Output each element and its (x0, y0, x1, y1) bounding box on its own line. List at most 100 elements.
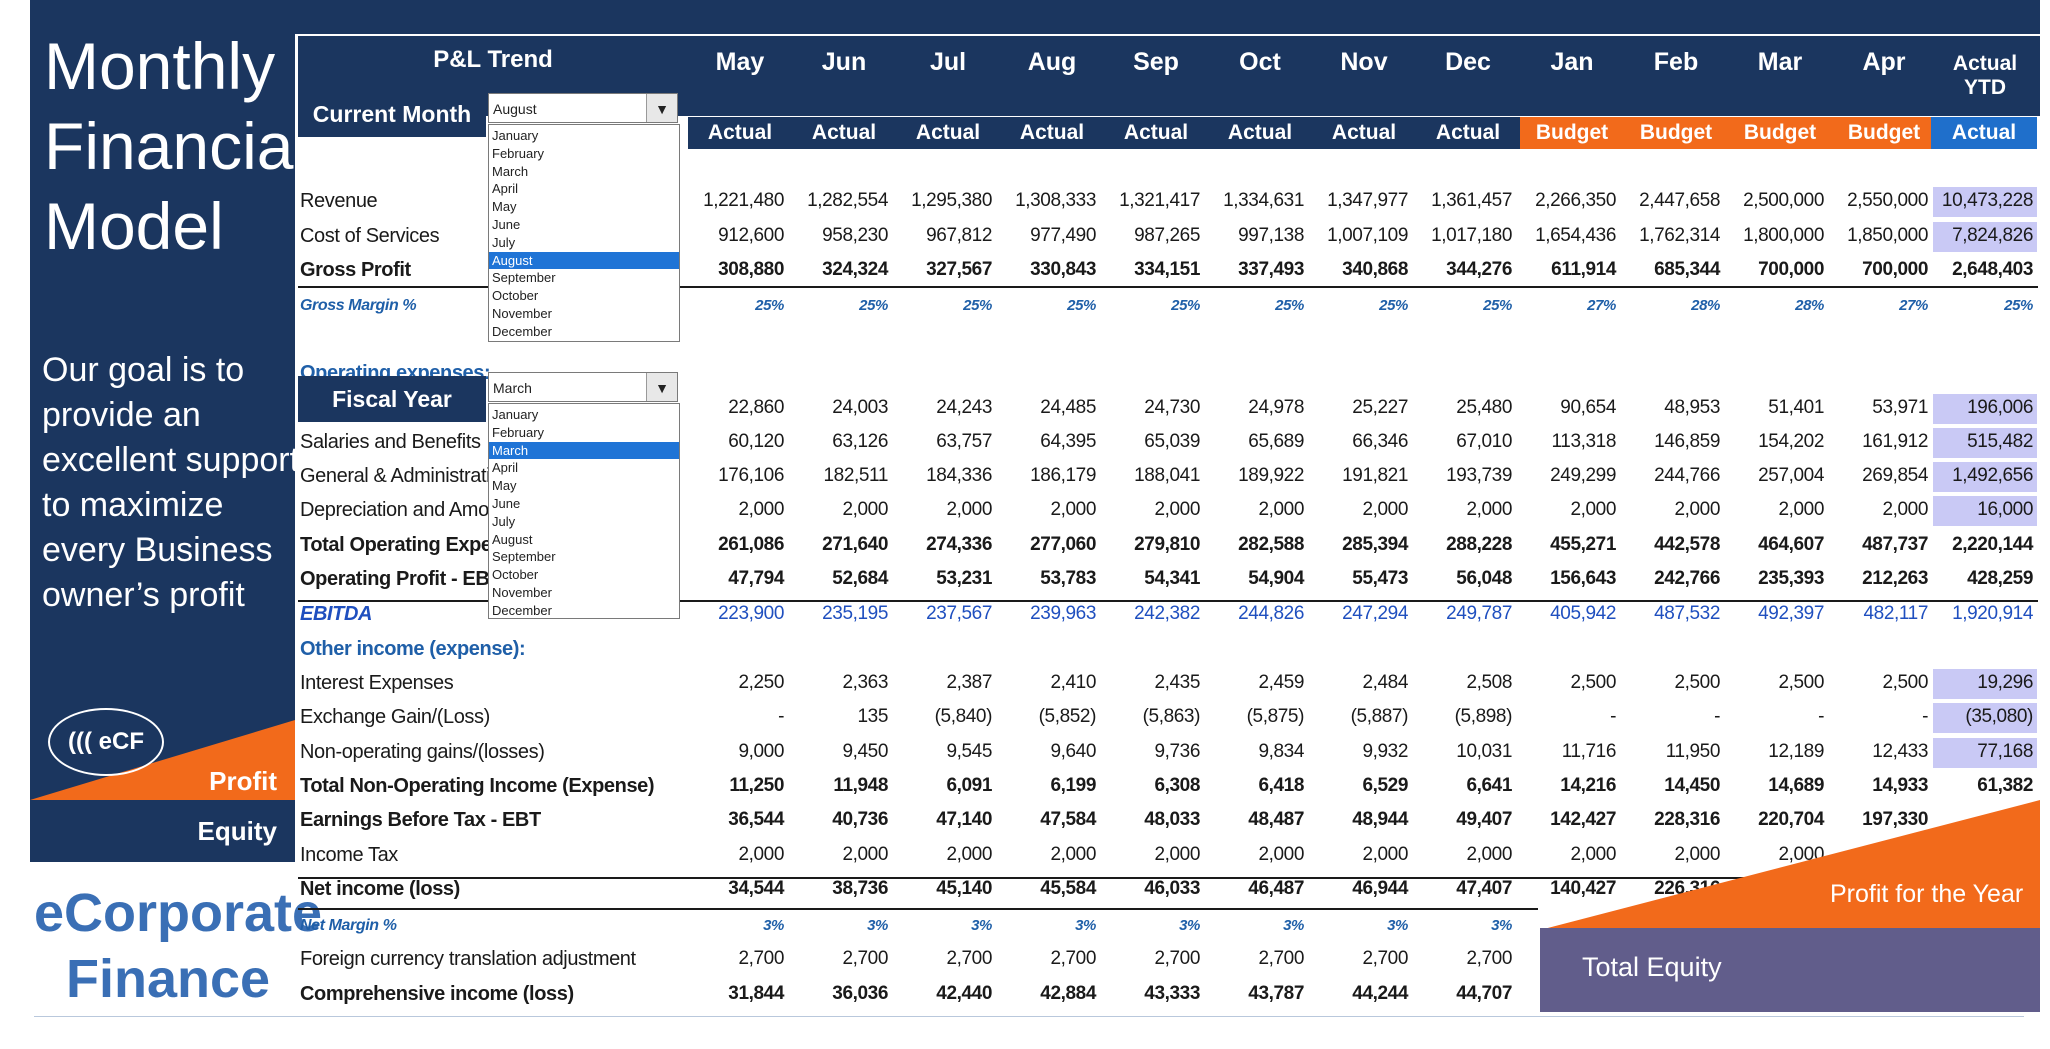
table-cell: 25% (2004, 297, 2033, 314)
table-cell: 334,151 (1134, 259, 1200, 280)
dropdown-option[interactable]: October (489, 566, 679, 584)
table-cell: 2,447,658 (1639, 190, 1720, 211)
table-cell: 487,532 (1654, 603, 1720, 624)
table-cell: 47,140 (936, 809, 992, 830)
table-cell: 10,031 (1456, 741, 1512, 762)
table-cell: 269,854 (1862, 465, 1928, 486)
dropdown-option[interactable]: April (489, 459, 679, 477)
table-cell: 24,978 (1248, 397, 1304, 418)
row-divider (298, 908, 1538, 910)
dropdown-option[interactable]: December (489, 602, 679, 620)
table-cell: 3% (971, 917, 992, 934)
table-cell: 2,000 (1050, 844, 1096, 865)
table-cell: 482,117 (1863, 603, 1929, 624)
dropdown-option[interactable]: July (489, 513, 679, 531)
dropdown-option[interactable]: November (489, 305, 679, 323)
table-cell: 54,341 (1144, 568, 1200, 589)
current-month-options[interactable]: January February March April May June July Augu… (488, 124, 680, 342)
table-cell: 11,948 (833, 775, 888, 796)
table-cell: 48,953 (1664, 397, 1720, 418)
row-label: Operating Profit - EBIT (300, 568, 507, 590)
dropdown-option[interactable]: May (489, 198, 679, 216)
dropdown-option[interactable]: June (489, 216, 679, 234)
table-cell: 2,648,403 (1952, 259, 2033, 280)
table-cell: 2,000 (1674, 844, 1720, 865)
table-cell: 48,033 (1144, 809, 1200, 830)
table-cell: 700,000 (1862, 259, 1928, 280)
dropdown-option[interactable]: March (489, 441, 679, 460)
table-cell: 186,179 (1030, 465, 1096, 486)
dropdown-option[interactable]: August (489, 251, 679, 270)
table-cell: 308,880 (718, 259, 784, 280)
pl-trend-title: P&L Trend (433, 46, 553, 73)
dropdown-option[interactable]: May (489, 477, 679, 495)
month-header: Oct (1239, 48, 1281, 76)
dropdown-option[interactable]: September (489, 548, 679, 566)
table-cell: 2,435 (1154, 672, 1200, 693)
table-cell: 2,000 (738, 499, 784, 520)
table-cell: 244,826 (1238, 603, 1304, 624)
table-cell: 2,363 (842, 672, 888, 693)
row-label: Other income (expense): (300, 638, 526, 660)
dropdown-option[interactable]: October (489, 287, 679, 305)
table-cell: 135 (857, 706, 888, 727)
table-cell: 189,922 (1238, 465, 1304, 486)
dropdown-option[interactable]: June (489, 495, 679, 513)
dropdown-option[interactable]: January (489, 406, 679, 424)
status-cell: Actual (792, 117, 896, 149)
table-cell: 428,259 (1967, 568, 2033, 589)
dropdown-option[interactable]: February (489, 424, 679, 442)
row-label: Gross Profit (300, 259, 411, 281)
row-label: Foreign currency translation adjustment (300, 948, 636, 970)
dropdown-option[interactable]: September (489, 269, 679, 287)
table-cell: 191,821 (1342, 465, 1408, 486)
table-cell: 14,933 (1872, 775, 1928, 796)
dropdown-option[interactable]: April (489, 180, 679, 198)
table-cell: 277,060 (1030, 534, 1096, 555)
table-cell: 27% (1899, 297, 1928, 314)
table-cell: 43,787 (1248, 983, 1304, 1004)
table-cell: 274,336 (926, 534, 992, 555)
chevron-down-icon[interactable]: ▼ (646, 94, 677, 122)
dropdown-option[interactable]: January (489, 127, 679, 145)
table-cell: 65,039 (1144, 431, 1200, 452)
table-cell: 90,654 (1560, 397, 1616, 418)
row-label: EBITDA (300, 603, 373, 625)
table-cell: 49,407 (1456, 809, 1512, 830)
table-cell: 25,227 (1352, 397, 1408, 418)
chevron-down-icon[interactable]: ▼ (646, 373, 677, 401)
fiscal-year-select[interactable]: March ▼ (488, 372, 678, 402)
table-cell: - (1610, 706, 1616, 727)
table-cell: (35,080) (1965, 706, 2033, 727)
table-cell: 2,508 (1466, 672, 1512, 693)
fiscal-year-options[interactable]: January February March April May June July Augu… (488, 403, 680, 619)
brand-logo: eCorporate Finance (34, 880, 322, 1012)
table-cell: 38,736 (832, 878, 888, 899)
table-cell: 340,868 (1342, 259, 1408, 280)
table-cell: 45,584 (1040, 878, 1096, 899)
dropdown-option[interactable]: July (489, 234, 679, 252)
dropdown-option[interactable]: March (489, 163, 679, 181)
row-label: Comprehensive income (loss) (300, 983, 574, 1005)
table-cell: 2,000 (1154, 499, 1200, 520)
table-cell: 43,333 (1144, 983, 1200, 1004)
table-cell: 28% (1795, 297, 1824, 314)
table-cell: 44,244 (1352, 983, 1408, 1004)
table-cell: 66,346 (1352, 431, 1408, 452)
table-cell: 46,944 (1352, 878, 1408, 899)
status-cell: Actual (1104, 117, 1208, 149)
table-cell: 1,017,180 (1431, 225, 1512, 246)
table-cell: 47,407 (1456, 878, 1512, 899)
table-cell: 9,640 (1050, 741, 1096, 762)
dropdown-option[interactable]: August (489, 531, 679, 549)
table-cell: 967,812 (926, 225, 992, 246)
dropdown-option[interactable]: November (489, 584, 679, 602)
table-cell: 2,000 (1674, 499, 1720, 520)
table-cell: 3% (1491, 917, 1512, 934)
table-cell: (5,875) (1246, 706, 1305, 727)
dropdown-option[interactable]: December (489, 323, 679, 341)
current-month-select[interactable]: August ▼ (488, 93, 678, 123)
table-cell: 2,220,144 (1952, 534, 2033, 555)
dropdown-option[interactable]: February (489, 145, 679, 163)
table-cell: 2,500 (1882, 672, 1928, 693)
